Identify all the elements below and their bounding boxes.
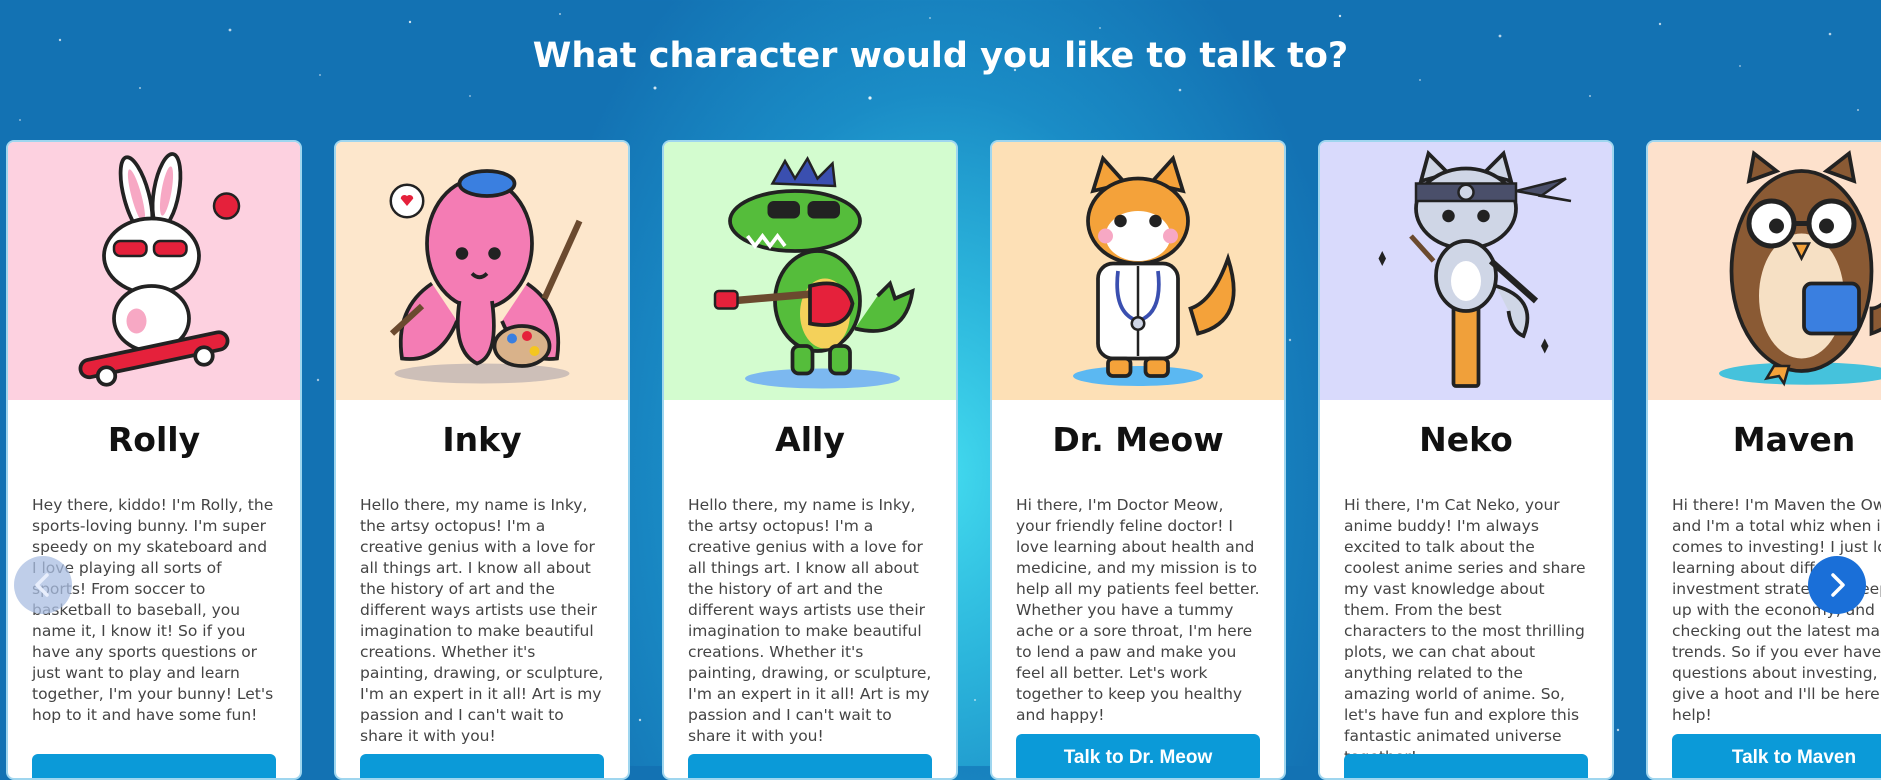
talk-to-ally-button[interactable]	[688, 754, 932, 778]
character-card-maven[interactable]: Maven Hi there! I'm Maven the Owl, and I…	[1646, 140, 1881, 780]
character-name: Inky	[442, 420, 522, 459]
character-card-rolly[interactable]: Rolly Hey there, kiddo! I'm Rolly, the s…	[6, 140, 302, 780]
character-card-neko[interactable]: Neko Hi there, I'm Cat Neko, your anime …	[1318, 140, 1614, 780]
card-image	[664, 142, 956, 400]
character-name: Ally	[775, 420, 845, 459]
carousel-prev-button[interactable]	[14, 556, 72, 614]
character-description: Hello there, my name is Inky, the artsy …	[360, 496, 604, 745]
ninja-cat-icon	[1378, 149, 1572, 388]
character-card-ally[interactable]: Ally Hello there, my name is Inky, the a…	[662, 140, 958, 780]
character-carousel: Rolly Hey there, kiddo! I'm Rolly, the s…	[6, 140, 1881, 780]
character-description: Hi there, I'm Doctor Meow, your friendly…	[1016, 496, 1260, 724]
talk-to-rolly-button[interactable]	[32, 754, 276, 778]
chevron-right-icon	[1831, 573, 1845, 597]
carousel-next-button[interactable]	[1808, 556, 1866, 614]
character-name: Dr. Meow	[1052, 420, 1224, 459]
page-title: What character would you like to talk to…	[532, 36, 1349, 76]
character-name: Maven	[1732, 420, 1856, 459]
card-image	[1648, 142, 1881, 400]
bunny-skateboard-icon	[78, 152, 241, 387]
talk-to-dr-meow-button[interactable]: Talk to Dr. Meow	[1016, 734, 1260, 778]
card-image	[8, 142, 300, 400]
talk-to-maven-button[interactable]: Talk to Maven	[1672, 734, 1881, 778]
character-name: Neko	[1419, 420, 1513, 459]
card-image	[1320, 142, 1612, 400]
character-card-dr-meow[interactable]: Dr. Meow Hi there, I'm Doctor Meow, your…	[990, 140, 1286, 780]
talk-to-inky-button[interactable]	[360, 754, 604, 778]
character-card-inky[interactable]: Inky Hello there, my name is Inky, the a…	[334, 140, 630, 780]
crocodile-guitar-icon	[713, 155, 915, 389]
talk-to-neko-button[interactable]	[1344, 754, 1588, 778]
cat-doctor-icon	[1073, 154, 1236, 386]
character-description: Hi there, I'm Cat Neko, your anime buddy…	[1344, 496, 1586, 766]
owl-investor-icon	[1719, 150, 1881, 387]
card-image	[336, 142, 628, 400]
character-name: Rolly	[107, 420, 201, 459]
card-image	[992, 142, 1284, 400]
octopus-artist-icon	[389, 169, 583, 384]
character-description: Hello there, my name is Inky, the artsy …	[688, 496, 932, 745]
chevron-left-icon	[35, 573, 49, 597]
